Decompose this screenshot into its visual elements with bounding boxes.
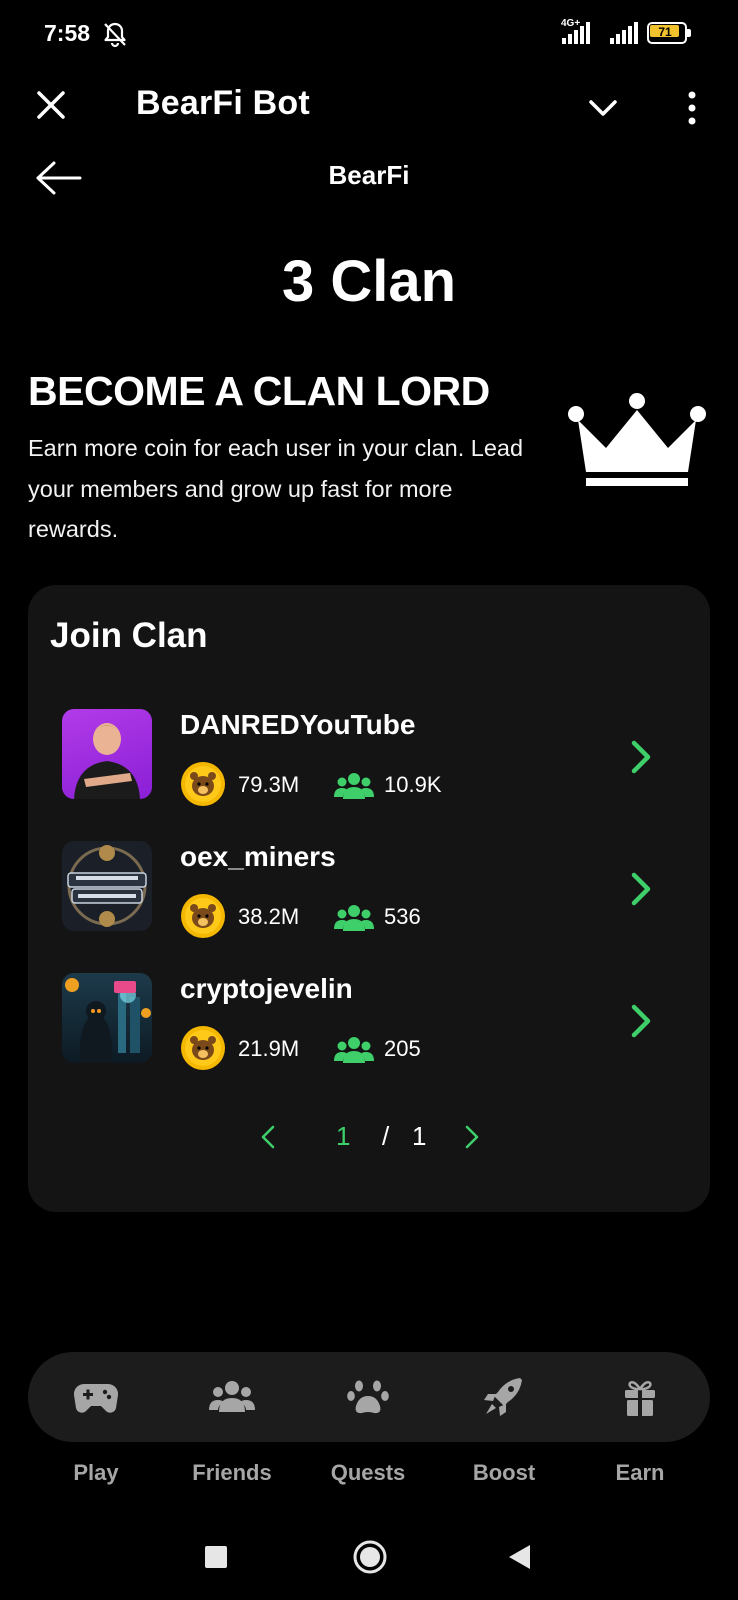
nav-item-play[interactable]: Play	[28, 1352, 164, 1492]
back-triangle-icon[interactable]	[506, 1543, 532, 1571]
clan-avatar	[62, 709, 152, 799]
nav-item-friends[interactable]: Friends	[164, 1352, 300, 1492]
members-icon	[334, 1037, 374, 1063]
promo-title: BECOME A CLAN LORD	[28, 368, 490, 414]
nav-label: Quests	[330, 1460, 406, 1485]
rocket-icon	[484, 1378, 522, 1416]
more-vert-icon[interactable]	[680, 88, 704, 128]
nav-label: Earn	[615, 1460, 665, 1485]
nav-item-quests[interactable]: Quests	[300, 1352, 436, 1492]
pager-next-icon[interactable]	[462, 1124, 482, 1150]
clan-count-heading: 3 Clan	[281, 249, 457, 314]
clan-name: oex_miners	[180, 841, 336, 872]
nav-item-earn[interactable]: Earn	[572, 1352, 708, 1492]
clan-name: DANREDYouTube	[180, 709, 416, 740]
close-icon[interactable]	[34, 88, 68, 122]
pager-current: 1	[336, 1121, 351, 1151]
chevron-right-icon[interactable]	[626, 871, 656, 907]
clan-members: 10.9K	[384, 772, 442, 797]
clan-members: 205	[384, 1036, 421, 1061]
status-time: 7:58	[44, 20, 91, 46]
nav-label: Play	[73, 1460, 119, 1485]
clan-coins: 79.3M	[238, 772, 300, 797]
crown-icon	[568, 393, 706, 486]
gift-icon	[625, 1381, 655, 1416]
clan-avatar	[62, 973, 152, 1063]
home-button[interactable]	[352, 1539, 388, 1575]
clan-coins: 38.2M	[238, 904, 300, 929]
clan-row[interactable]: DANREDYouTube 79.3M 10.9K	[28, 709, 710, 819]
clan-members: 536	[384, 904, 421, 929]
status-bar: 7:58 4G+ 71	[0, 0, 738, 70]
bear-coin-icon	[181, 1026, 225, 1070]
battery-level: 71	[658, 25, 672, 39]
clan-avatar	[62, 841, 152, 931]
signal-icon-2	[610, 22, 638, 44]
pager-prev-icon[interactable]	[258, 1124, 278, 1150]
promo-description: Earn more coin for each user in your cla…	[28, 435, 524, 542]
pager-separator: /	[382, 1121, 390, 1151]
bell-off-icon	[104, 22, 126, 48]
members-icon	[334, 773, 374, 799]
gamepad-icon	[73, 1383, 119, 1413]
clan-name: cryptojevelin	[180, 973, 353, 1004]
users-icon	[209, 1381, 255, 1412]
chevron-down-icon[interactable]	[586, 92, 620, 126]
clan-row[interactable]: oex_miners 38.2M 536	[28, 841, 710, 951]
recents-button[interactable]	[205, 1546, 227, 1568]
bear-coin-icon	[181, 894, 225, 938]
app-title: BearFi	[328, 160, 410, 190]
bot-title: BearFi Bot	[136, 84, 310, 122]
pager-total: 1	[412, 1121, 427, 1151]
paw-icon	[347, 1380, 389, 1414]
clan-coins: 21.9M	[238, 1036, 300, 1061]
signal-icon	[562, 22, 590, 44]
nav-label: Boost	[472, 1460, 536, 1485]
clan-row[interactable]: cryptojevelin 21.9M 205	[28, 973, 710, 1083]
chevron-right-icon[interactable]	[626, 1003, 656, 1039]
chevron-right-icon[interactable]	[626, 739, 656, 775]
members-icon	[334, 905, 374, 931]
nav-label: Friends	[192, 1460, 272, 1485]
battery-icon: 71	[647, 22, 691, 44]
bear-coin-icon	[181, 762, 225, 806]
join-clan-title: Join Clan	[50, 616, 208, 655]
nav-item-boost[interactable]: Boost	[436, 1352, 572, 1492]
